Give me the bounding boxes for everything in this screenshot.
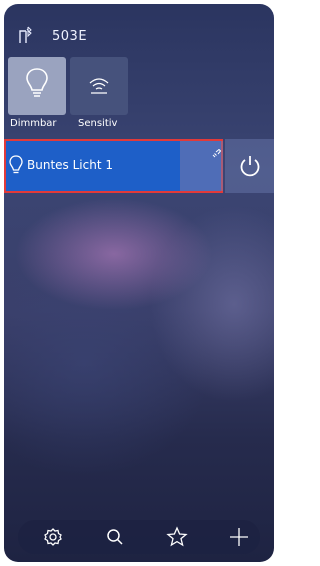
device-name: Buntes Licht 1 bbox=[27, 158, 113, 172]
power-button[interactable] bbox=[225, 139, 274, 193]
add-plus-icon[interactable] bbox=[226, 524, 252, 550]
device-row: Buntes Licht 1 bbox=[4, 139, 274, 193]
link-icon bbox=[212, 143, 222, 162]
room-title: 503E bbox=[52, 29, 88, 44]
search-icon[interactable] bbox=[102, 524, 128, 550]
type-tile-dimmbar[interactable] bbox=[8, 57, 66, 115]
sensor-wave-icon bbox=[89, 78, 109, 94]
bulb-icon bbox=[26, 68, 48, 97]
room-header: 503E bbox=[4, 4, 274, 52]
type-label-sensitiv: Sensitiv bbox=[78, 118, 118, 129]
room-door-bluetooth-icon[interactable] bbox=[18, 26, 32, 44]
bottom-nav-bar bbox=[18, 520, 260, 554]
type-label-dimmbar: Dimmbar bbox=[10, 118, 57, 129]
settings-icon[interactable] bbox=[40, 524, 66, 550]
favorites-star-icon[interactable] bbox=[164, 524, 190, 550]
device-card-buntes-licht-1[interactable]: Buntes Licht 1 bbox=[4, 139, 223, 193]
type-tile-sensitiv[interactable] bbox=[70, 57, 128, 115]
bulb-icon bbox=[9, 155, 23, 179]
power-icon bbox=[240, 156, 260, 177]
app-screen: 503E Dimmbar Sensitiv Buntes Licht 1 bbox=[4, 4, 274, 562]
